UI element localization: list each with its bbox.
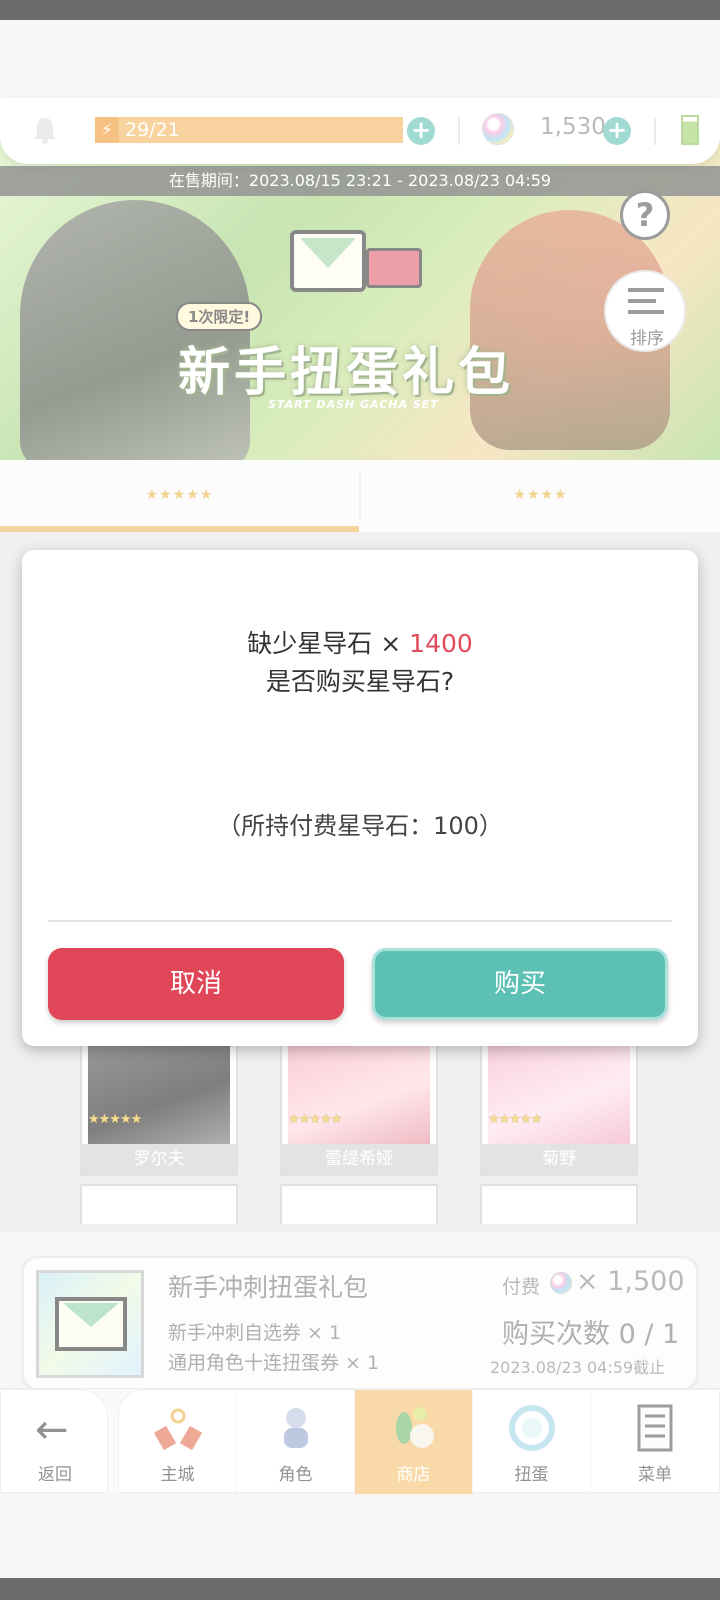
shortage-message: 缺少星导石 × 1400 (22, 624, 698, 660)
times-symbol: × (380, 629, 402, 658)
owned-paid-stones: （所持付费星导石：100） (217, 812, 503, 840)
cancel-button[interactable]: 取消 (48, 948, 344, 1020)
dialog-divider (48, 920, 672, 922)
shortage-quantity: 1400 (409, 629, 473, 658)
shortage-label: 缺少星导石 (247, 629, 373, 658)
screen: 在售期间：2023.08/15 23:21 - 2023.08/23 04:59… (0, 0, 720, 1600)
purchase-question: 是否购买星导石? (265, 667, 455, 696)
buy-button[interactable]: 购买 (372, 948, 668, 1020)
purchase-dialog: 缺少星导石 × 1400 是否购买星导石? （所持付费星导石：100） 取消 购买 (22, 550, 698, 1046)
